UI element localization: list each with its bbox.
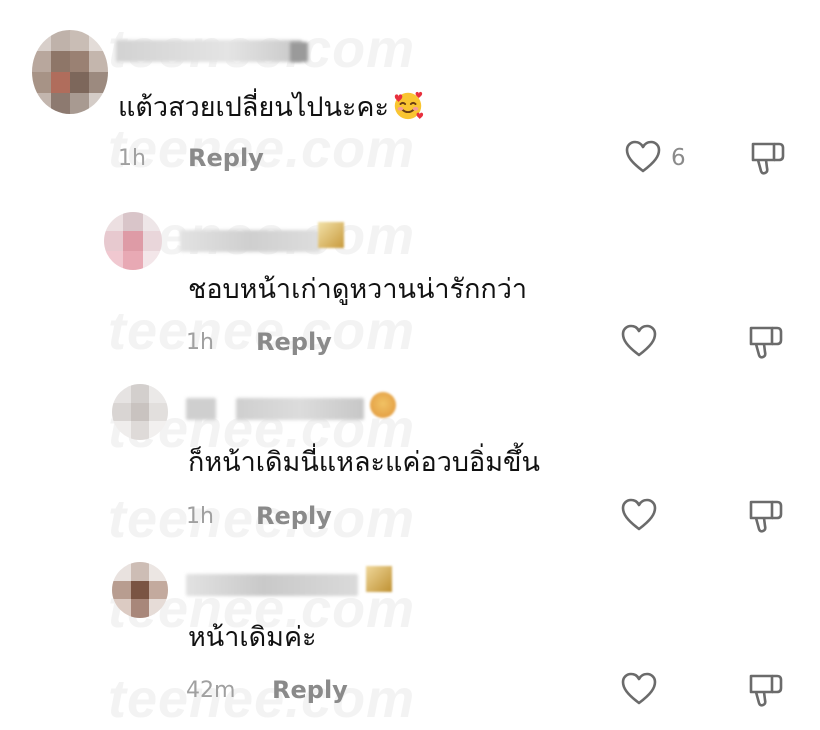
watermark: teenee.com — [108, 669, 416, 729]
reply-button[interactable]: Reply — [188, 144, 264, 172]
heart-icon[interactable] — [625, 140, 661, 174]
smiling-face-with-hearts-icon — [394, 91, 424, 120]
comment-text: ก็หน้าเดิมนี่แหละแค่อวบอิ่มขึ้น — [188, 447, 540, 478]
thumbs-down-icon[interactable] — [748, 322, 784, 360]
heart-icon[interactable] — [621, 324, 657, 358]
username-blurred[interactable] — [186, 574, 358, 596]
username-emoji-blurred — [318, 222, 344, 248]
reply-button[interactable]: Reply — [272, 676, 348, 704]
comment-text: แต้วสวยเปลี่ยนไปนะคะ — [118, 88, 425, 126]
avatar[interactable] — [32, 30, 108, 114]
comment-body: แต้วสวยเปลี่ยนไปนะคะ — [118, 92, 389, 123]
reply-button[interactable]: Reply — [256, 502, 332, 530]
username-emoji-blurred — [370, 392, 396, 418]
timestamp: 1h — [118, 146, 146, 171]
username-blurred[interactable] — [186, 398, 216, 420]
timestamp: 42m — [186, 678, 236, 703]
comment-text: หน้าเดิมค่ะ — [188, 622, 317, 653]
avatar[interactable] — [112, 384, 168, 440]
timestamp: 1h — [186, 504, 214, 529]
username-blurred[interactable] — [180, 230, 320, 252]
like-count: 6 — [671, 145, 686, 171]
thumbs-down-icon[interactable] — [748, 670, 784, 708]
avatar[interactable] — [104, 212, 162, 270]
username-blurred[interactable] — [116, 40, 302, 62]
comment-text: ชอบหน้าเก่าดูหวานน่ารักกว่า — [188, 274, 528, 305]
heart-icon[interactable] — [621, 672, 657, 706]
username-blurred[interactable] — [290, 42, 308, 62]
timestamp: 1h — [186, 330, 214, 355]
thumbs-down-icon[interactable] — [750, 138, 786, 176]
avatar[interactable] — [112, 562, 168, 618]
username-emoji-blurred — [366, 566, 392, 592]
heart-icon[interactable] — [621, 498, 657, 532]
username-blurred[interactable] — [236, 398, 364, 420]
thumbs-down-icon[interactable] — [748, 496, 784, 534]
reply-button[interactable]: Reply — [256, 328, 332, 356]
